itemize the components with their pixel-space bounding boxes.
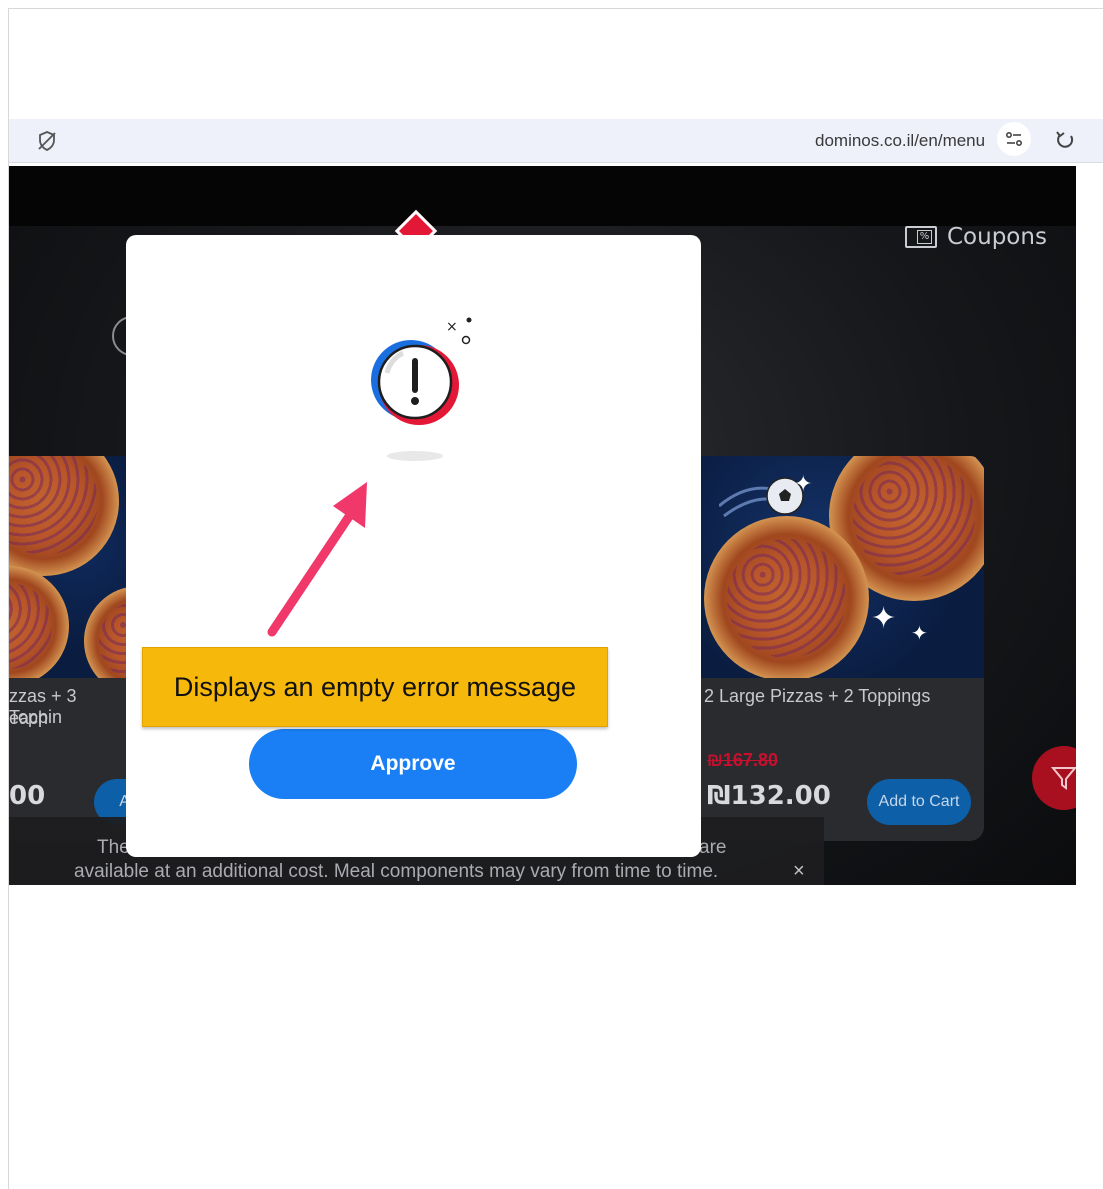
- tracking-protection-off-icon[interactable]: [35, 129, 59, 153]
- coupons-link[interactable]: % Coupons: [905, 224, 1047, 250]
- product-card[interactable]: zzas + 3 Toppin each 00 Ad: [9, 456, 164, 841]
- notice-text-line2: available at an additional cost. Meal co…: [74, 861, 719, 882]
- notice-text-line1-left: The: [97, 837, 130, 858]
- product-old-price: ₪167.80: [707, 750, 778, 770]
- browser-address-bar: dominos.co.il/en/menu: [9, 119, 1103, 163]
- sparkle-icon: ✦: [911, 623, 928, 645]
- product-title: 2 Large Pizzas + 2 Toppings: [704, 686, 931, 706]
- approve-button[interactable]: Approve: [249, 729, 577, 799]
- coupon-icon: %: [905, 226, 937, 248]
- site-header: [9, 166, 1076, 226]
- coupons-label: Coupons: [947, 224, 1047, 250]
- product-price: ₪132.00: [707, 781, 831, 811]
- sparkle-icon: ✦: [871, 602, 897, 635]
- product-subtitle: each: [9, 708, 49, 728]
- product-image: [9, 456, 134, 678]
- approve-label: Approve: [370, 752, 456, 775]
- reload-icon[interactable]: [1051, 126, 1079, 154]
- url-text[interactable]: dominos.co.il/en/menu: [815, 126, 985, 156]
- exclamation-alert-icon: ×: [371, 317, 472, 425]
- add-to-cart-button[interactable]: Add to Cart: [867, 779, 971, 825]
- product-price: 00: [9, 781, 46, 811]
- product-card[interactable]: ✦ ✦ ✦ 2 Large Pizzas + 2 Toppings ₪167.8…: [699, 456, 984, 841]
- filter-icon: [1050, 767, 1076, 790]
- annotation-text: Displays an empty error message: [173, 671, 577, 702]
- filter-button[interactable]: [1032, 746, 1076, 810]
- notice-close-button[interactable]: ×: [793, 860, 805, 883]
- svg-text:×: ×: [446, 319, 458, 335]
- sparkle-icon: ✦: [794, 471, 813, 496]
- annotation-callout: Displays an empty error message: [142, 647, 608, 727]
- add-to-cart-label: Add to Cart: [878, 793, 960, 810]
- annotation-arrow: [267, 482, 367, 637]
- product-image: ✦ ✦ ✦: [699, 456, 984, 678]
- icon-shadow: [387, 451, 443, 461]
- notice-text-line1-right: are: [699, 837, 727, 858]
- site-settings-icon: [1005, 131, 1023, 147]
- site-settings-button[interactable]: [997, 122, 1031, 156]
- error-modal: × Approve: [126, 235, 701, 857]
